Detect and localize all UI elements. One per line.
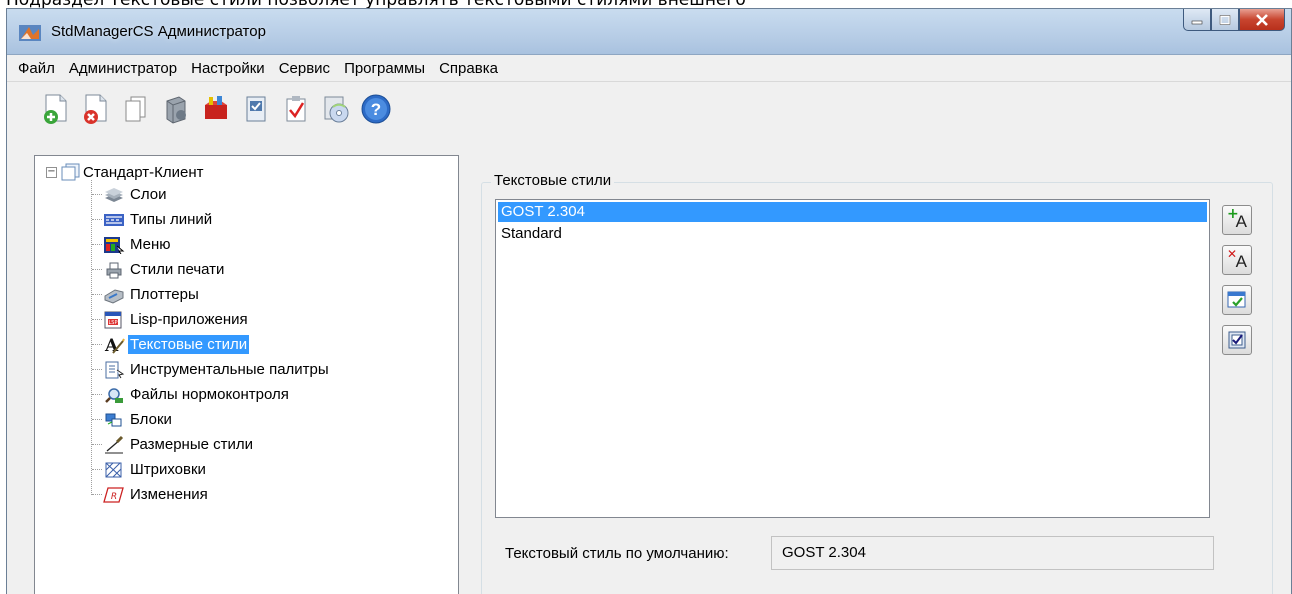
- plotter-icon: [103, 285, 125, 305]
- menu-programs[interactable]: Программы: [337, 57, 432, 81]
- copy-icon: [125, 96, 146, 122]
- properties-button[interactable]: [1222, 325, 1252, 355]
- app-window: StdManagerCS Администратор Файл Админист…: [6, 8, 1292, 594]
- window-controls: [1183, 9, 1285, 33]
- toolbox-icon: [205, 96, 227, 119]
- side-buttons: + A ✕ A: [1222, 205, 1252, 355]
- maximize-button[interactable]: [1211, 9, 1239, 31]
- close-button[interactable]: [1239, 9, 1285, 31]
- folder-icon: [61, 163, 80, 181]
- tree-item-menu[interactable]: Меню: [92, 232, 173, 257]
- tree-item-layers[interactable]: Слои: [92, 182, 168, 207]
- tree-item-textstyles[interactable]: A Текстовые стили: [92, 332, 250, 357]
- text-style-icon: A: [103, 335, 125, 355]
- tree-item-blocks[interactable]: Блоки: [92, 407, 174, 432]
- minimize-button[interactable]: [1183, 9, 1211, 31]
- default-style-field: GOST 2.304: [771, 536, 1214, 570]
- changes-icon: R: [103, 485, 125, 505]
- document-caption: Подраздел Текстовые стили позволяет упра…: [0, 0, 1292, 8]
- menu-administrator[interactable]: Администратор: [62, 57, 184, 81]
- cd-button[interactable]: [319, 92, 353, 126]
- menu-bar: Файл Администратор Настройки Сервис Прог…: [7, 56, 1291, 82]
- tree-item-linetypes[interactable]: Типы линий: [92, 207, 214, 232]
- collapse-icon[interactable]: −: [46, 166, 57, 178]
- delete-doc-button[interactable]: [79, 92, 113, 126]
- checklist-icon: [286, 96, 306, 122]
- norm-control-icon: [103, 385, 125, 405]
- window-check-icon: [1227, 291, 1246, 308]
- add-style-button[interactable]: + A: [1222, 205, 1252, 235]
- group-title: Текстовые стили: [491, 172, 615, 189]
- tree-item-dimstyles[interactable]: Размерные стили: [92, 432, 255, 457]
- layers-icon: [103, 185, 125, 205]
- title-bar[interactable]: StdManagerCS Администратор: [7, 9, 1291, 55]
- checkbox-icon: [1228, 331, 1246, 349]
- blocks-icon: [103, 410, 125, 430]
- minimize-icon: [1191, 20, 1203, 24]
- menu-icon: [103, 235, 125, 255]
- dimension-style-icon: [103, 435, 125, 455]
- copy-button[interactable]: [119, 92, 153, 126]
- tree-item-toolpalettes[interactable]: Инструментальные палитры: [92, 357, 331, 382]
- tree-root-label: Стандарт-Клиент: [83, 163, 204, 181]
- delete-doc-icon: [84, 94, 107, 124]
- cd-icon: [324, 96, 349, 123]
- maximize-icon: [1219, 14, 1231, 25]
- checklist-button[interactable]: [279, 92, 313, 126]
- hatch-icon: [103, 460, 125, 480]
- tree-item-normcontrol[interactable]: Файлы нормоконтроля: [92, 382, 291, 407]
- app-icon: [19, 25, 41, 41]
- window-title: StdManagerCS Администратор: [51, 23, 266, 40]
- delete-style-button[interactable]: ✕ A: [1222, 245, 1252, 275]
- server-button[interactable]: [159, 92, 193, 126]
- svg-text:LSP: LSP: [109, 320, 118, 326]
- check-doc-icon: [246, 96, 266, 122]
- menu-help[interactable]: Справка: [432, 57, 505, 81]
- default-style-label: Текстовый стиль по умолчанию:: [505, 545, 729, 562]
- toolbar: ?: [7, 83, 1291, 135]
- tree-item-plotstyles[interactable]: Стили печати: [92, 257, 226, 282]
- svg-text:?: ?: [371, 100, 381, 119]
- menu-settings[interactable]: Настройки: [184, 57, 272, 81]
- printer-icon: [103, 260, 125, 280]
- server-icon: [166, 96, 186, 124]
- tree-item-lisp[interactable]: LSP Lisp-приложения: [92, 307, 250, 332]
- tree-item-plotters[interactable]: Плоттеры: [92, 282, 201, 307]
- menu-service[interactable]: Сервис: [272, 57, 337, 81]
- list-item[interactable]: Standard: [498, 224, 1207, 244]
- lisp-app-icon: LSP: [103, 310, 125, 330]
- set-default-button[interactable]: [1222, 285, 1252, 315]
- svg-text:R: R: [111, 492, 117, 502]
- tree-root[interactable]: − Стандарт-Клиент: [46, 162, 206, 182]
- tree-item-hatches[interactable]: Штриховки: [92, 457, 208, 482]
- new-doc-icon: [44, 94, 67, 124]
- help-icon: ?: [361, 94, 391, 124]
- linetypes-icon: [103, 210, 125, 230]
- close-icon: [1256, 13, 1268, 26]
- tree-panel[interactable]: − Стандарт-Клиент Слои Типы линий Меню С…: [34, 155, 459, 594]
- svg-text:A: A: [104, 336, 119, 355]
- menu-file[interactable]: Файл: [11, 57, 62, 81]
- tool-palette-icon: [103, 360, 125, 380]
- new-doc-button[interactable]: [39, 92, 73, 126]
- list-item[interactable]: GOST 2.304: [498, 202, 1207, 222]
- text-styles-list[interactable]: GOST 2.304 Standard: [495, 199, 1210, 518]
- help-button[interactable]: ?: [359, 92, 393, 126]
- tree-item-changes[interactable]: R Изменения: [92, 482, 210, 507]
- toolbox-button[interactable]: [199, 92, 233, 126]
- check-doc-button[interactable]: [239, 92, 273, 126]
